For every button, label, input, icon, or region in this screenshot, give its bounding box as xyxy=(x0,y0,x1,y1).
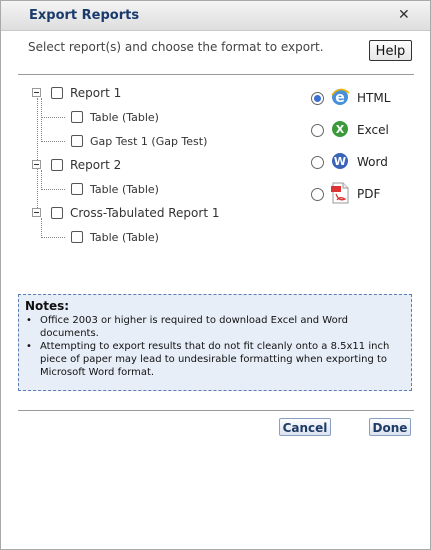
table-checkbox[interactable] xyxy=(71,135,83,147)
format-label-word: Word xyxy=(357,155,388,169)
report-checkbox[interactable] xyxy=(51,159,63,171)
report-checkbox[interactable] xyxy=(51,87,63,99)
format-label-html: HTML xyxy=(357,91,391,105)
format-label-excel: Excel xyxy=(357,123,389,137)
tree-line xyxy=(37,98,38,212)
tree-line xyxy=(41,237,65,238)
format-radio-html[interactable] xyxy=(311,92,324,105)
excel-icon: X xyxy=(332,121,348,137)
format-label-pdf: PDF xyxy=(357,187,381,201)
word-icon: W xyxy=(332,153,348,169)
report-checkbox[interactable] xyxy=(51,207,63,219)
divider-top xyxy=(18,74,414,75)
tree-line xyxy=(41,98,42,142)
export-reports-dialog: Export Reports ✕ Select report(s) and ch… xyxy=(0,0,431,550)
notes-title: Notes: xyxy=(25,299,70,313)
svg-text:W: W xyxy=(334,155,346,168)
collapse-icon[interactable] xyxy=(32,88,41,97)
table-checkbox[interactable] xyxy=(71,111,83,123)
format-radio-word[interactable] xyxy=(311,156,324,169)
help-button[interactable]: Help xyxy=(369,40,412,61)
tree-line xyxy=(41,117,65,118)
note-item: Office 2003 or higher is required to dow… xyxy=(25,314,405,340)
collapse-icon[interactable] xyxy=(32,208,41,217)
pdf-icon xyxy=(331,182,349,204)
ie-icon: e xyxy=(331,88,350,106)
tree-line xyxy=(41,218,42,238)
report-label: Report 2 xyxy=(70,158,122,172)
svg-text:e: e xyxy=(335,90,345,106)
title-bar: Export Reports ✕ xyxy=(1,1,430,31)
tree-line xyxy=(41,170,42,190)
collapse-icon[interactable] xyxy=(32,160,41,169)
table-label: Gap Test 1 (Gap Test) xyxy=(90,135,208,148)
format-radio-pdf[interactable] xyxy=(311,188,324,201)
instruction-text: Select report(s) and choose the format t… xyxy=(28,40,324,54)
table-checkbox[interactable] xyxy=(71,183,83,195)
table-checkbox[interactable] xyxy=(71,231,83,243)
table-label: Table (Table) xyxy=(90,231,159,244)
dialog-title: Export Reports xyxy=(29,8,140,23)
divider-bottom xyxy=(18,410,414,411)
tree-line xyxy=(41,141,65,142)
table-label: Table (Table) xyxy=(90,183,159,196)
format-radio-excel[interactable] xyxy=(311,124,324,137)
report-label: Report 1 xyxy=(70,86,122,100)
report-label: Cross-Tabulated Report 1 xyxy=(70,206,220,220)
tree-line xyxy=(41,189,65,190)
notes-panel: Notes: Office 2003 or higher is required… xyxy=(18,294,412,391)
close-icon[interactable]: ✕ xyxy=(398,7,410,23)
svg-text:X: X xyxy=(336,123,345,136)
cancel-button[interactable]: Cancel xyxy=(279,418,331,436)
note-item: Attempting to export results that do not… xyxy=(25,340,405,379)
done-button[interactable]: Done xyxy=(369,418,411,436)
table-label: Table (Table) xyxy=(90,111,159,124)
